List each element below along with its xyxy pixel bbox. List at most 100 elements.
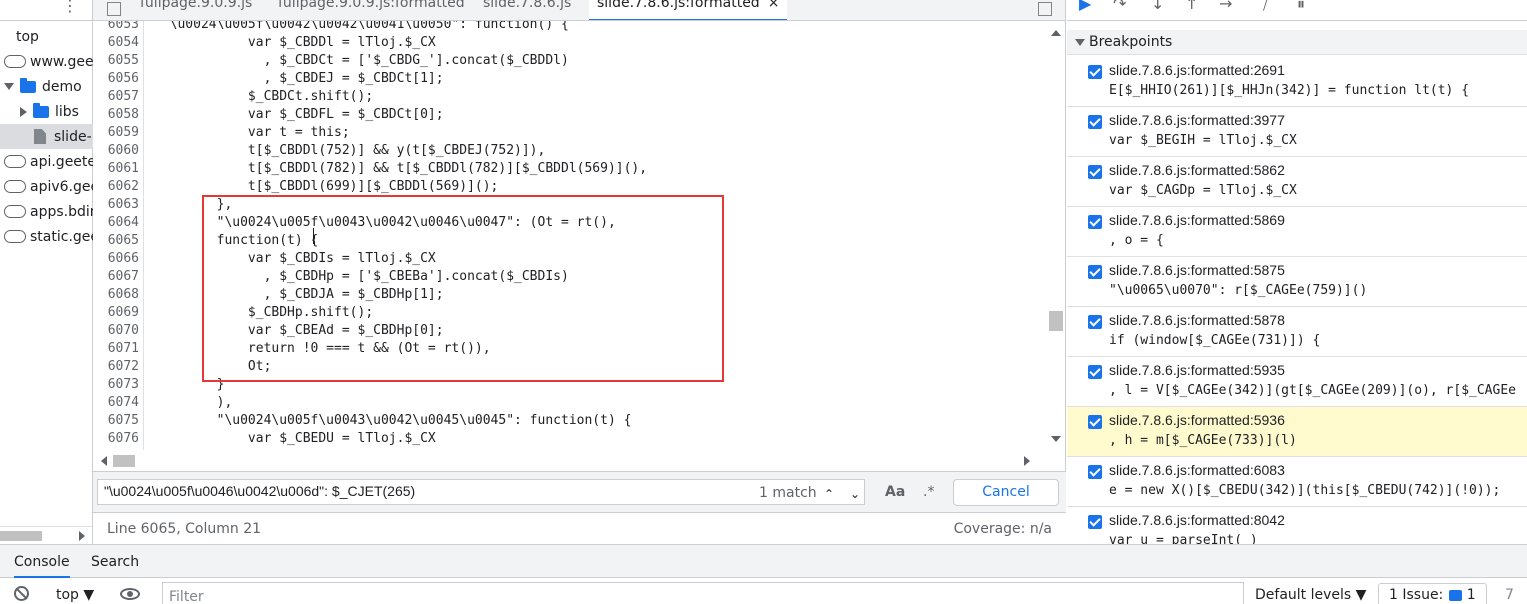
line-number[interactable]: 6072	[93, 358, 139, 376]
context-select[interactable]: top ▼	[56, 587, 94, 603]
code-line[interactable]: 6055 , $_CBDCt = ['$_CBDG_'].concat($_CB…	[93, 52, 1043, 70]
line-number[interactable]: 6075	[93, 412, 139, 430]
filter-input[interactable]: Filter	[162, 582, 1244, 604]
chevron-right-icon[interactable]	[20, 106, 27, 117]
breakpoint-location[interactable]: slide.7.8.6.js:formatted:5878	[1109, 312, 1285, 328]
code-line[interactable]: 6056 , $_CBDEJ = $_CBDCt[1];	[93, 70, 1043, 88]
tree-item-domain[interactable]: www.geet	[4, 49, 99, 74]
line-number[interactable]: 6068	[93, 286, 139, 304]
breakpoint-checkbox[interactable]	[1088, 515, 1102, 529]
breakpoint-location[interactable]: slide.7.8.6.js:formatted:5935	[1109, 362, 1285, 378]
scrollbar-thumb[interactable]	[113, 455, 135, 467]
breakpoint-location[interactable]: slide.7.8.6.js:formatted:5869	[1109, 212, 1285, 228]
code-line[interactable]: 6074 ),	[93, 394, 1043, 412]
line-number[interactable]: 6069	[93, 304, 139, 322]
code-line[interactable]: 6061 t[$_CBDDl(782)] && t[$_CBDDl(782)][…	[93, 160, 1043, 178]
line-number[interactable]: 6066	[93, 250, 139, 268]
line-number[interactable]: 6055	[93, 52, 139, 70]
line-number[interactable]: 6060	[93, 142, 139, 160]
breakpoint-location[interactable]: slide.7.8.6.js:formatted:5862	[1109, 162, 1285, 178]
breakpoint-location[interactable]: slide.7.8.6.js:formatted:2691	[1109, 62, 1285, 78]
tree-item-domain[interactable]: static.geet	[4, 224, 105, 249]
breakpoint-item[interactable]: slide.7.8.6.js:formatted:5862 var $_CAGDp…	[1067, 157, 1527, 207]
step-out-icon[interactable]: ↑	[1185, 0, 1203, 13]
breakpoint-item[interactable]: slide.7.8.6.js:formatted:8042 var u = par…	[1067, 507, 1527, 544]
line-number[interactable]: 6062	[93, 178, 139, 196]
tree-item-domain[interactable]: apps.bdim	[4, 199, 103, 224]
tab-slide-js[interactable]: slide.7.8.6.js	[483, 0, 571, 20]
breakpoint-location[interactable]: slide.7.8.6.js:formatted:3977	[1109, 112, 1285, 128]
breakpoint-item[interactable]: slide.7.8.6.js:formatted:2691 E[$_HHIO(26…	[1067, 57, 1527, 107]
tree-item-domain[interactable]: api.geetes	[4, 149, 103, 174]
breakpoint-checkbox[interactable]	[1088, 65, 1102, 79]
line-number[interactable]: 6076	[93, 430, 139, 448]
line-number[interactable]: 6074	[93, 394, 139, 412]
scroll-right-arrow-icon[interactable]	[79, 531, 85, 541]
scrollbar-thumb[interactable]	[1049, 311, 1063, 331]
previous-match-icon[interactable]: ⌃	[819, 484, 839, 504]
tab-fullpage-formatted[interactable]: fullpage.9.0.9.js:formatted	[278, 0, 465, 20]
breakpoint-checkbox[interactable]	[1088, 115, 1102, 129]
coverage-status[interactable]: Coverage: n/a	[954, 521, 1052, 537]
chevron-down-icon[interactable]	[4, 83, 14, 90]
line-number[interactable]: 6059	[93, 124, 139, 142]
more-options-icon[interactable]: ⋮	[62, 0, 78, 15]
tree-item-top[interactable]: top	[0, 24, 39, 49]
code-line[interactable]: 6076 var $_CBEDU = lTloj.$_CX	[93, 430, 1043, 448]
code-area[interactable]: 6053 \u0024\u005f\u0042\u0042\u0041\u005…	[93, 21, 1066, 450]
clear-console-icon[interactable]	[14, 586, 29, 601]
breakpoint-item[interactable]: slide.7.8.6.js:formatted:5935 , l = V[$_C…	[1067, 357, 1527, 407]
breakpoint-item[interactable]: slide.7.8.6.js:formatted:3977 var $_BEGIH…	[1067, 107, 1527, 157]
line-number[interactable]: 6070	[93, 322, 139, 340]
line-number[interactable]: 6054	[93, 34, 139, 52]
editor-vertical-scrollbar[interactable]	[1047, 21, 1065, 450]
code-line[interactable]: 6062 t[$_CBDDl(699)][$_CBDDl(569)]();	[93, 178, 1043, 196]
breakpoint-item[interactable]: slide.7.8.6.js:formatted:5869 , o = {	[1067, 207, 1527, 257]
code-line[interactable]: 6054 var $_CBDDl = lTloj.$_CX	[93, 34, 1043, 52]
tree-item-domain[interactable]: apiv6.gee	[4, 174, 99, 199]
breakpoints-section-header[interactable]: Breakpoints	[1067, 30, 1527, 55]
breakpoint-item[interactable]: slide.7.8.6.js:formatted:5878 if (window[…	[1067, 307, 1527, 357]
code-line[interactable]: 6058 var $_CBDFL = $_CBDCt[0];	[93, 106, 1043, 124]
toggle-debugger-icon[interactable]	[1038, 2, 1052, 16]
deactivate-breakpoints-icon[interactable]: ⧸	[1263, 0, 1281, 13]
breakpoint-checkbox[interactable]	[1088, 215, 1102, 229]
line-number[interactable]: 6056	[93, 70, 139, 88]
tab-slide-formatted[interactable]: slide.7.8.6.js:formatted ×	[589, 0, 788, 20]
step-over-icon[interactable]: ↷	[1113, 0, 1131, 13]
match-case-toggle[interactable]: Aa	[885, 484, 905, 500]
cancel-button[interactable]: Cancel	[953, 479, 1059, 506]
tab-console[interactable]: Console	[14, 554, 70, 578]
line-number[interactable]: 6058	[93, 106, 139, 124]
scroll-right-arrow-icon[interactable]	[1024, 456, 1030, 466]
line-number[interactable]: 6057	[93, 88, 139, 106]
breakpoint-checkbox[interactable]	[1088, 465, 1102, 479]
line-number[interactable]: 6063	[93, 196, 139, 214]
breakpoint-checkbox[interactable]	[1088, 265, 1102, 279]
scroll-left-arrow-icon[interactable]	[101, 456, 107, 466]
breakpoint-location[interactable]: slide.7.8.6.js:formatted:5875	[1109, 262, 1285, 278]
scroll-up-arrow-icon[interactable]	[1051, 30, 1061, 36]
close-icon[interactable]: ×	[768, 0, 780, 11]
tree-item-slide-file[interactable]: slide-	[0, 124, 93, 149]
line-number[interactable]: 6067	[93, 268, 139, 286]
tree-item-libs[interactable]: libs	[20, 99, 79, 124]
breakpoint-location[interactable]: slide.7.8.6.js:formatted:6083	[1109, 462, 1285, 478]
resume-icon[interactable]: ▶	[1079, 0, 1097, 13]
line-number[interactable]: 6061	[93, 160, 139, 178]
search-input[interactable]: "\u0024\u005f\u0046\u0042\u006d": $_CJET…	[97, 479, 865, 505]
line-number[interactable]: 6071	[93, 340, 139, 358]
line-number[interactable]: 6073	[93, 376, 139, 394]
code-line[interactable]: 6057 $_CBDCt.shift();	[93, 88, 1043, 106]
step-icon[interactable]: →	[1219, 0, 1237, 13]
breakpoint-checkbox[interactable]	[1088, 165, 1102, 179]
breakpoint-checkbox[interactable]	[1088, 415, 1102, 429]
log-levels-select[interactable]: Default levels ▼	[1255, 587, 1366, 603]
line-number[interactable]: 6065	[93, 232, 139, 250]
line-number[interactable]: 6053	[93, 21, 139, 34]
eye-icon[interactable]	[120, 588, 140, 600]
code-line[interactable]: 6053 \u0024\u005f\u0042\u0042\u0041\u005…	[93, 21, 1043, 34]
toggle-navigator-icon[interactable]	[107, 2, 121, 16]
scrollbar-thumb[interactable]	[0, 531, 42, 541]
code-line[interactable]: 6060 t[$_CBDDl(752)] && y(t[$_CBDEJ(752)…	[93, 142, 1043, 160]
